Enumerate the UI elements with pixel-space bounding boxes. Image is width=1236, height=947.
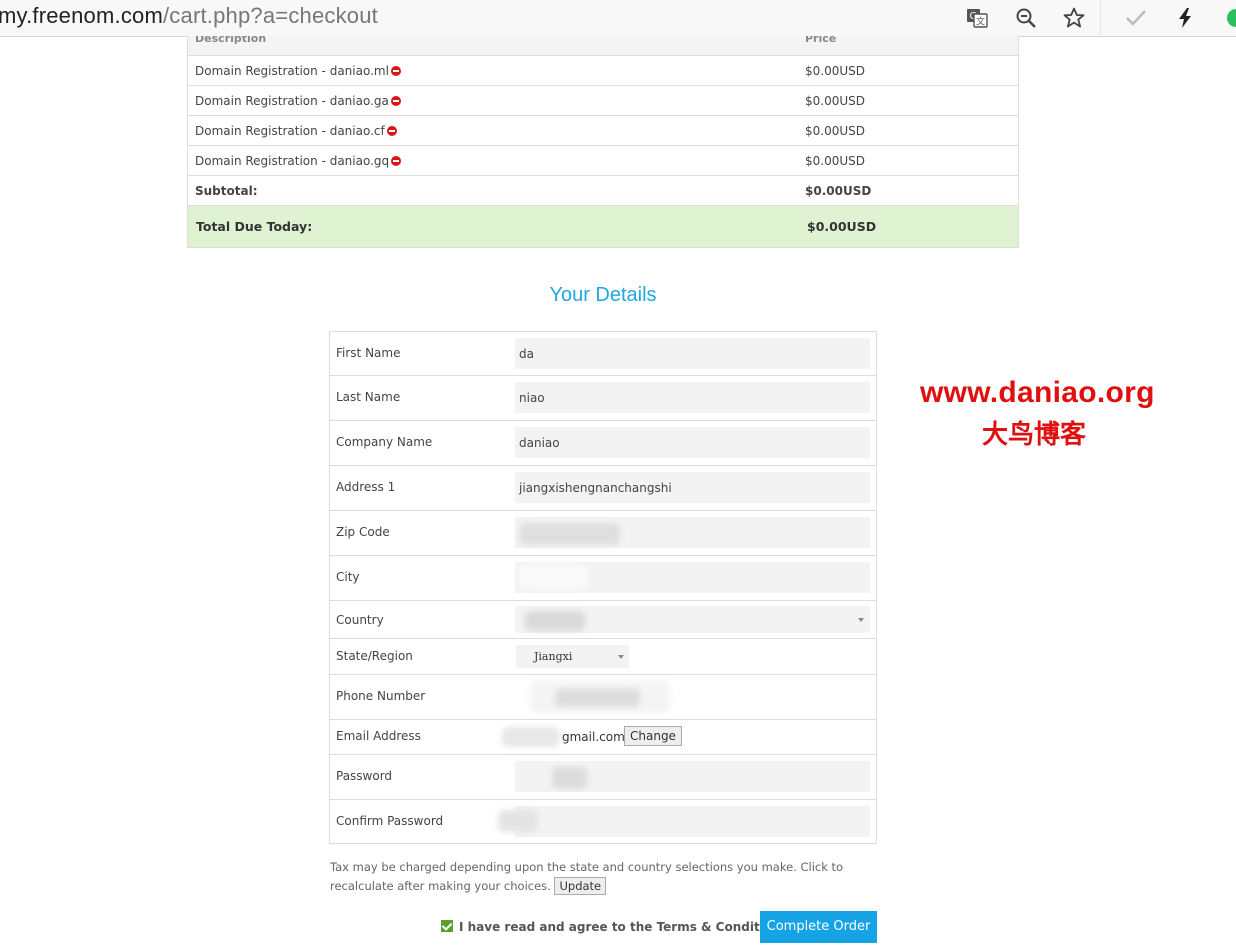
last-name-label: Last Name (336, 390, 401, 404)
item-price: $0.00USD (805, 94, 865, 108)
form-row-password: Password (330, 755, 876, 800)
terms-agreement[interactable]: I have read and agree to the Terms & Con… (441, 920, 788, 934)
remove-icon[interactable] (386, 126, 397, 136)
table-row: Domain Registration - daniao.ml $0.00USD (188, 56, 1018, 86)
form-row-zip: Zip Code (330, 511, 876, 556)
form-row-address1: Address 1 jiangxishengnanchangshi (330, 466, 876, 511)
address-bar[interactable]: my.freenom.com/cart.php?a=checkout (0, 3, 378, 29)
redacted-value (518, 565, 588, 589)
item-price: $0.00USD (805, 64, 865, 78)
form-row-last-name: Last Name niao (330, 376, 876, 421)
redacted-value (552, 767, 587, 789)
item-description: Domain Registration - daniao.ml (195, 64, 389, 78)
total-value: $0.00USD (807, 219, 877, 234)
terms-label: I have read and agree to the Terms & Con… (459, 920, 788, 934)
subtotal-label: Subtotal: (195, 184, 258, 198)
state-value: Jiangxi (534, 650, 573, 663)
browser-toolbar: my.freenom.com/cart.php?a=checkout G文 (0, 0, 1236, 37)
check-icon[interactable] (1122, 4, 1150, 32)
form-row-company: Company Name daniao (330, 421, 876, 466)
form-row-email: Email Address gmail.com Change (330, 720, 876, 755)
lightning-icon[interactable] (1171, 4, 1199, 32)
company-label: Company Name (336, 435, 433, 449)
redacted-value (502, 727, 560, 747)
form-row-state: State/Region Jiangxi (330, 639, 876, 675)
email-value: gmail.com (562, 730, 625, 744)
subtotal-row: Subtotal: $0.00USD (188, 176, 1018, 206)
table-row: Domain Registration - daniao.cf $0.00USD (188, 116, 1018, 146)
remove-icon[interactable] (390, 96, 401, 106)
checkbox-icon[interactable] (441, 920, 453, 932)
watermark-url: www.daniao.org (920, 376, 1155, 409)
state-select[interactable]: Jiangxi (516, 645, 629, 668)
update-button[interactable]: Update (554, 877, 607, 895)
company-input[interactable]: daniao (515, 427, 870, 458)
item-description: Domain Registration - daniao.cf (195, 124, 385, 138)
cart-summary-table: Description Price Domain Registration - … (187, 36, 1019, 248)
description-header: Description (195, 36, 267, 45)
chevron-down-icon (858, 618, 864, 622)
form-row-country: Country (330, 601, 876, 639)
confirm-password-label: Confirm Password (336, 814, 444, 828)
city-label: City (336, 570, 360, 584)
section-title: Your Details (549, 284, 657, 306)
subtotal-value: $0.00USD (805, 184, 872, 198)
item-description: Domain Registration - daniao.gq (195, 154, 390, 168)
svg-text:文: 文 (976, 16, 985, 28)
redacted-value (525, 611, 585, 631)
url-path: /cart.php?a=checkout (163, 3, 378, 28)
details-form: First Name da Last Name niao Company Nam… (329, 331, 877, 844)
table-header: Description Price (188, 36, 1018, 56)
table-row: Domain Registration - daniao.gq $0.00USD (188, 146, 1018, 176)
redacted-value (520, 523, 620, 545)
state-label: State/Region (336, 649, 413, 663)
redacted-value (498, 810, 538, 832)
first-name-input[interactable]: da (515, 338, 870, 369)
password-label: Password (336, 769, 393, 783)
complete-order-button[interactable]: Complete Order (760, 911, 877, 943)
chevron-down-icon (618, 655, 624, 659)
redacted-value (555, 689, 640, 707)
watermark-title: 大鸟博客 (982, 420, 1087, 450)
address1-label: Address 1 (336, 480, 396, 494)
star-icon[interactable] (1060, 4, 1088, 32)
country-label: Country (336, 613, 384, 627)
price-header: Price (805, 36, 837, 45)
table-row: Domain Registration - daniao.ga $0.00USD (188, 86, 1018, 116)
change-email-button[interactable]: Change (624, 726, 682, 746)
confirm-password-input[interactable] (515, 806, 870, 837)
translate-icon[interactable]: G文 (963, 4, 991, 32)
form-row-confirm-password: Confirm Password (330, 800, 876, 843)
address1-input[interactable]: jiangxishengnanchangshi (515, 472, 870, 503)
first-name-label: First Name (336, 346, 401, 360)
total-row: Total Due Today: $0.00USD (188, 206, 1018, 247)
phone-label: Phone Number (336, 689, 426, 703)
item-price: $0.00USD (805, 154, 865, 168)
form-row-phone: Phone Number (330, 675, 876, 720)
toolbar-divider (1100, 0, 1101, 36)
form-row-first-name: First Name da (330, 332, 876, 376)
zip-label: Zip Code (336, 525, 390, 539)
email-label: Email Address (336, 729, 421, 743)
zoom-out-icon[interactable] (1012, 4, 1040, 32)
remove-icon[interactable] (390, 66, 401, 76)
total-label: Total Due Today: (196, 219, 313, 234)
tax-note: Tax may be charged depending upon the st… (330, 858, 890, 896)
last-name-input[interactable]: niao (515, 382, 870, 413)
remove-icon[interactable] (391, 156, 402, 166)
url-host: my.freenom.com (0, 3, 163, 28)
form-row-city: City (330, 556, 876, 601)
item-description: Domain Registration - daniao.ga (195, 94, 389, 108)
evernote-icon[interactable] (1218, 4, 1236, 32)
item-price: $0.00USD (805, 124, 865, 138)
